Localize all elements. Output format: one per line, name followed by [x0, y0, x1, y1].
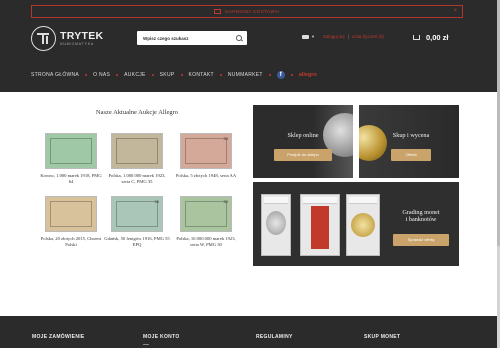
logo-name: TRYTEK	[60, 29, 104, 42]
promo-grading-title-line2: i banknotów	[405, 216, 437, 223]
nav-item-contact[interactable]: Kontakt	[189, 72, 214, 78]
promo-buy-title: Skup i wycena	[392, 132, 430, 139]
cart-icon[interactable]	[413, 35, 420, 40]
allegro-link[interactable]: allegro	[299, 72, 317, 78]
auction-item[interactable]: Kowno, 1.000 marek 1918, PMG 64	[38, 133, 104, 185]
auction-item[interactable]: Polska, 1.000.000 marek 1923, seria C, P…	[104, 133, 170, 185]
main-nav: Strona główna O nas Aukcje Skup Kontakt …	[31, 71, 317, 79]
promo-grading[interactable]: Grading monet i banknotów Sprawdź ofertę	[253, 182, 459, 266]
free-shipping-banner: Darmowa dostawa! ×	[31, 5, 463, 18]
nav-dot	[85, 74, 88, 76]
auction-item[interactable]: 30 Polska, 10.000.000 marek 1923, seria …	[173, 196, 239, 248]
auction-item[interactable]: Polska, 20 złotych 2015, Chrzest Polski	[38, 196, 104, 248]
auctions-title: Nasze Aktualne Aukcje Allegro	[95, 109, 179, 116]
close-icon[interactable]: ×	[453, 8, 457, 15]
footer-col-account[interactable]: Moje konto	[143, 334, 180, 340]
facebook-icon[interactable]: f	[276, 71, 285, 79]
wishlist-link[interactable]: Lista Życzeń (0)	[352, 34, 384, 39]
nav-dot	[219, 74, 222, 76]
promo-grading-title: Grading monet i banknotów	[381, 209, 459, 223]
search-input[interactable]	[137, 31, 231, 45]
nav-item-buy[interactable]: Skup	[160, 72, 175, 78]
gold-coin-image	[359, 125, 387, 161]
banknote-image[interactable]: 35	[111, 196, 163, 232]
header: Darmowa dostawa! × TRYTEK NUMIZMATYKA ▼ …	[0, 0, 500, 92]
footer-col-terms[interactable]: Regulaminy	[256, 334, 293, 340]
logo-subtitle: NUMIZMATYKA	[60, 41, 95, 46]
free-shipping-text: Darmowa dostawa!	[225, 9, 280, 14]
auction-caption[interactable]: Polska, 20 złotych 2015, Chrzest Polski	[38, 236, 104, 248]
logo[interactable]: TRYTEK NUMIZMATYKA	[31, 26, 103, 51]
logo-emblem-icon	[31, 26, 56, 51]
banknote-image[interactable]	[45, 196, 97, 232]
graded-slab-image	[300, 194, 340, 256]
nav-dot	[180, 74, 183, 76]
auction-caption[interactable]: Polska, 5 złotych 1948, seria AA	[173, 173, 239, 179]
promo-shop-title: Sklep online	[287, 132, 319, 139]
truck-icon	[214, 9, 222, 14]
nav-dot	[290, 74, 293, 76]
graded-slab-image	[261, 194, 291, 256]
offer-button[interactable]: Oferta	[391, 149, 431, 161]
auction-caption[interactable]: Polska, 1.000.000 marek 1923, seria C, P…	[104, 173, 170, 185]
footer-col-buy[interactable]: Skup monet	[364, 334, 400, 340]
banknote-image[interactable]	[111, 133, 163, 169]
login-link[interactable]: Zaloguj się	[323, 34, 345, 39]
nav-item-about[interactable]: O nas	[93, 72, 110, 78]
nav-item-nummarket[interactable]: Nummarket	[228, 72, 263, 78]
search-icon[interactable]	[236, 35, 242, 41]
banknote-image[interactable]	[45, 133, 97, 169]
separator: |	[347, 34, 349, 39]
shop-button[interactable]: Przejdź do sklepu	[274, 149, 332, 161]
auction-caption[interactable]: Gdańsk, 50 fenigów 1916, PMG 55 EPQ	[104, 236, 170, 248]
nav-dot	[268, 74, 271, 76]
auction-caption[interactable]: Polska, 10.000.000 marek 1923, seria W, …	[173, 236, 239, 248]
chevron-down-icon[interactable]: ▼	[311, 34, 315, 39]
grading-button[interactable]: Sprawdź ofertę	[393, 234, 449, 246]
auction-item[interactable]: 33 Polska, 5 złotych 1948, seria AA	[173, 133, 239, 179]
banknote-image[interactable]: 33	[180, 133, 232, 169]
nav-dot	[151, 74, 154, 76]
footer-col-orders[interactable]: Moje zamówienie	[32, 334, 85, 340]
promo-grading-title-line1: Grading monet	[402, 209, 440, 216]
auction-item[interactable]: 35 Gdańsk, 50 fenigów 1916, PMG 55 EPQ	[104, 196, 170, 248]
cart[interactable]: 0,00 zł	[413, 33, 449, 42]
car-icon[interactable]	[302, 34, 309, 39]
banknote-image[interactable]: 30	[180, 196, 232, 232]
account-links: ▼ Zaloguj się | Lista Życzeń (0)	[302, 34, 384, 39]
nav-item-home[interactable]: Strona główna	[31, 72, 79, 78]
graded-slab-image	[346, 194, 380, 256]
footer: Moje zamówienie Moje konto Regulaminy Sk…	[0, 316, 500, 348]
auction-caption[interactable]: Kowno, 1.000 marek 1918, PMG 64	[38, 173, 104, 185]
cart-total[interactable]: 0,00 zł	[426, 33, 449, 42]
footer-divider	[143, 344, 149, 345]
promo-buy[interactable]: Skup i wycena Oferta	[359, 105, 459, 178]
nav-dot	[116, 74, 119, 76]
nav-item-auctions[interactable]: Aukcje	[124, 72, 146, 78]
search-box	[137, 31, 247, 45]
promo-shop[interactable]: Sklep online Przejdź do sklepu	[253, 105, 353, 178]
